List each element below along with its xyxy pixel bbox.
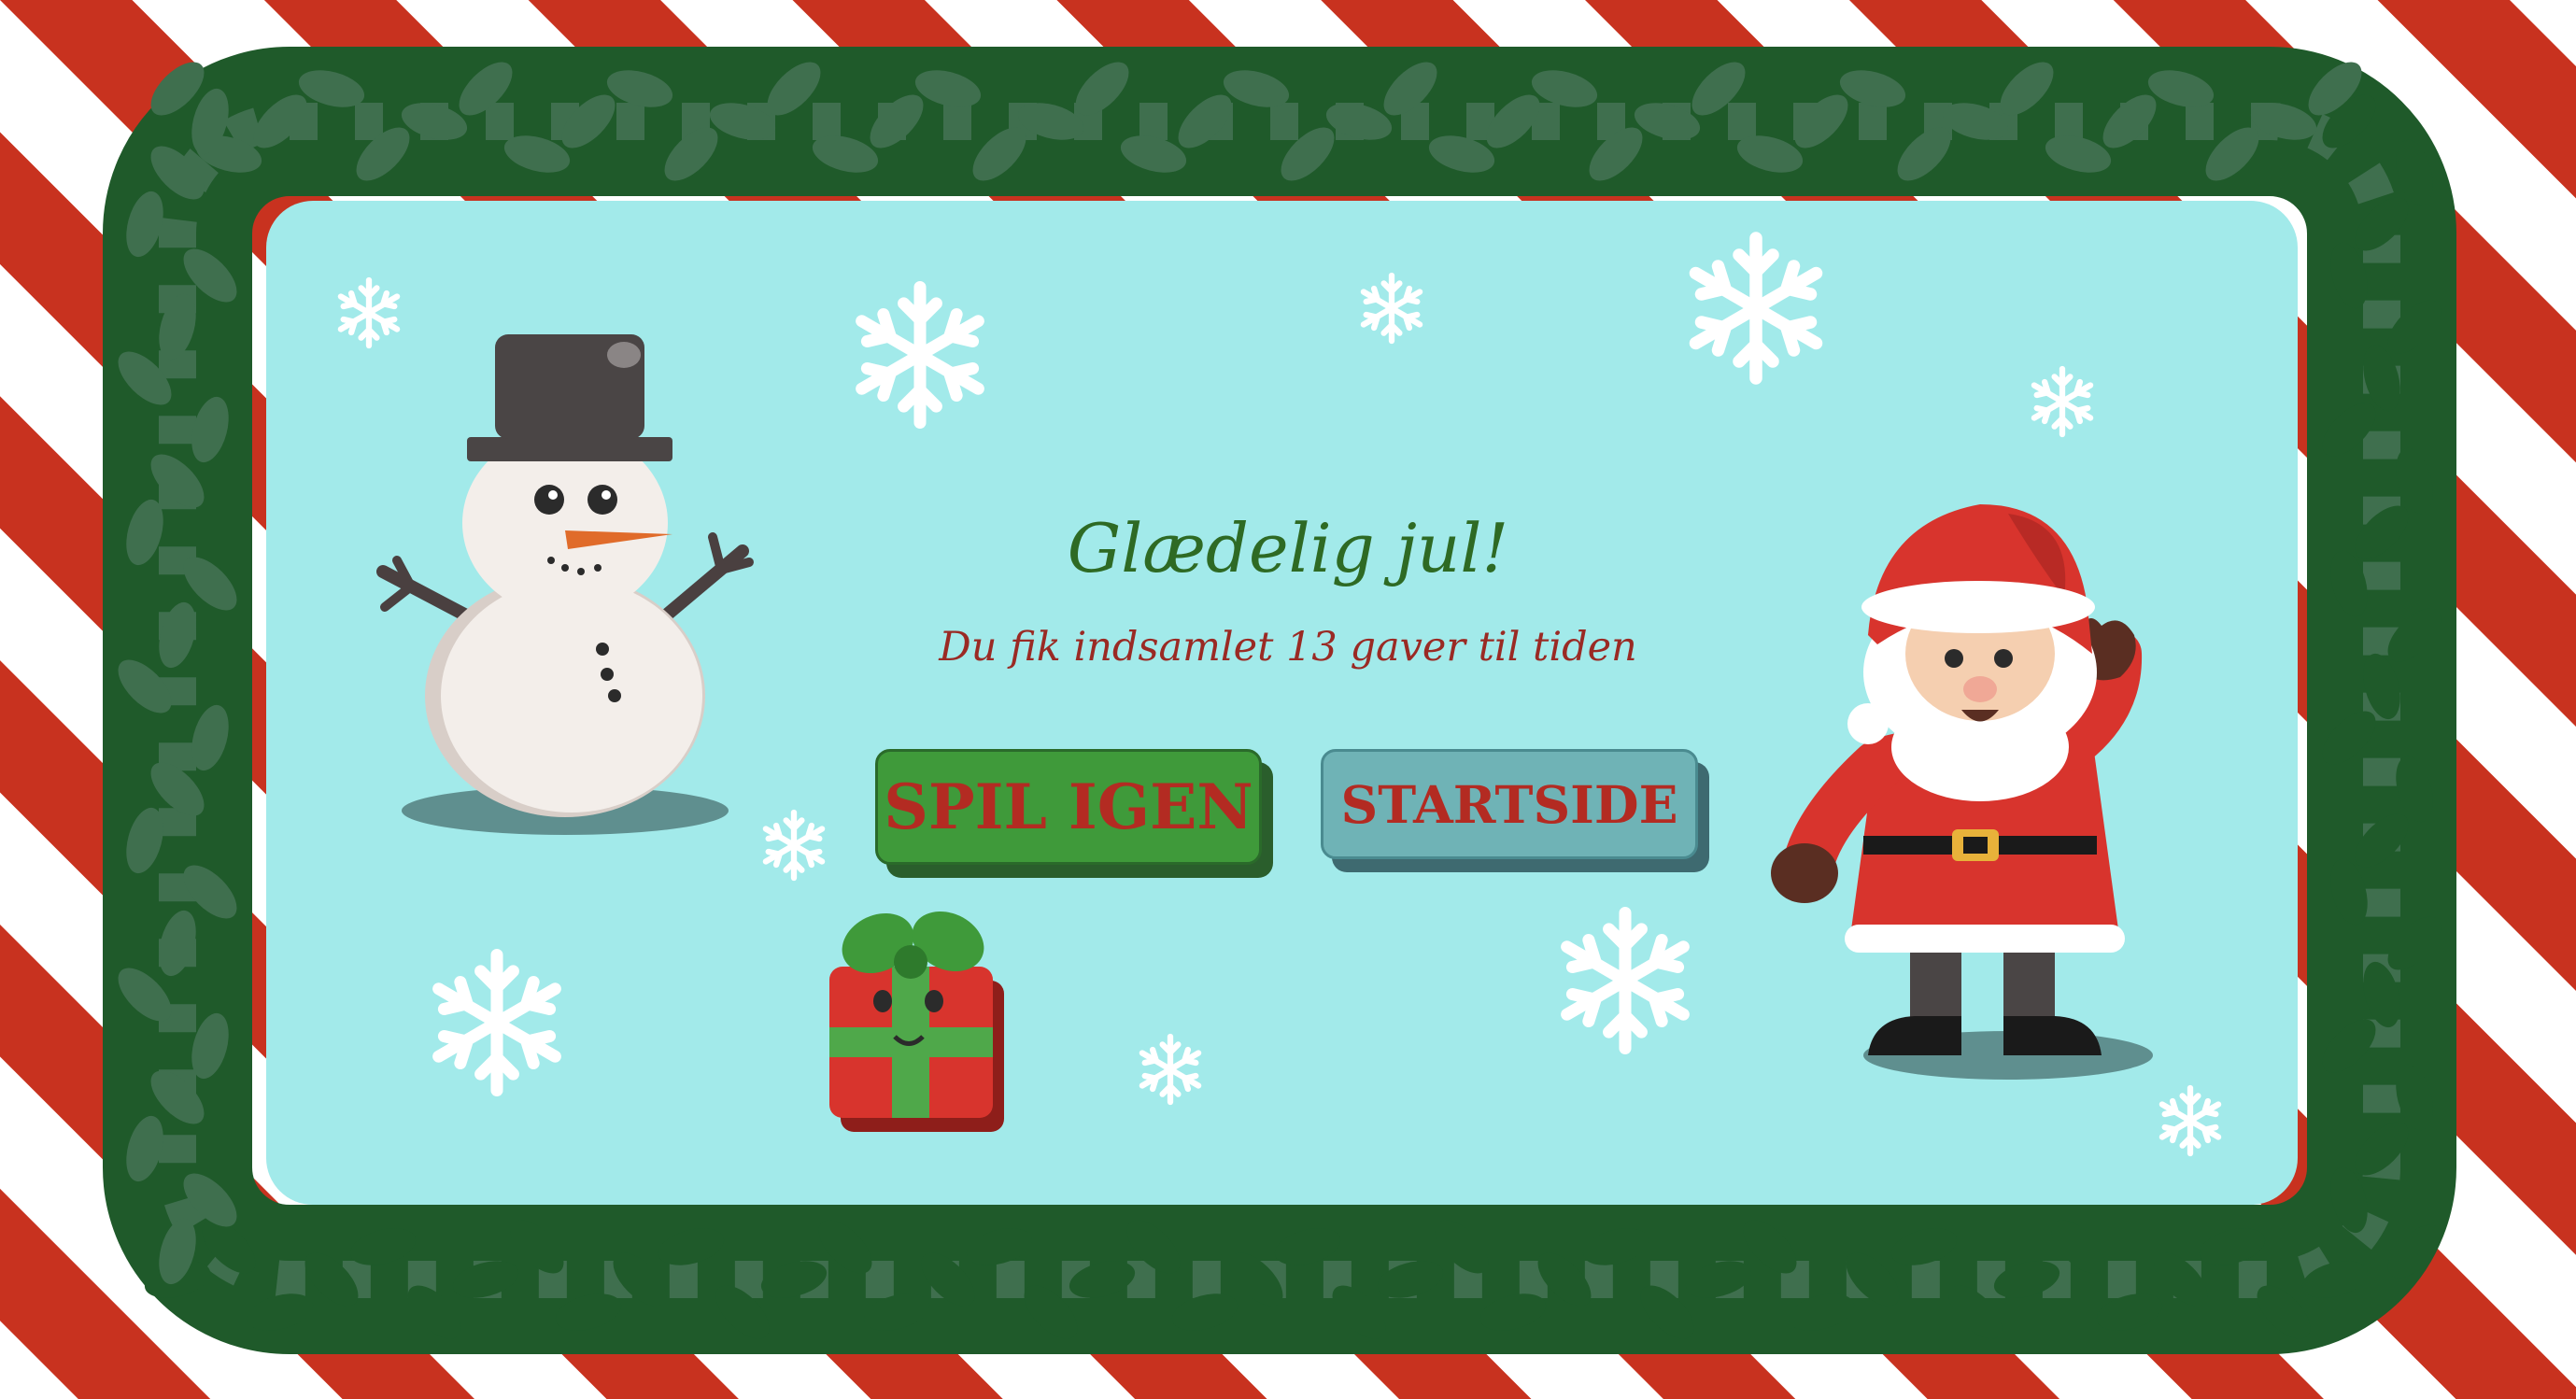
- start-page-button[interactable]: STARTSIDE: [1321, 749, 1698, 859]
- result-message: Du fik indsamlet 13 gaver til tiden: [939, 624, 1637, 671]
- gift-box-icon: [829, 911, 1004, 1132]
- game-scene: [0, 0, 2576, 1399]
- page-title: Glædelig jul!: [1067, 509, 1509, 587]
- play-again-button[interactable]: SPIL IGEN: [875, 749, 1262, 865]
